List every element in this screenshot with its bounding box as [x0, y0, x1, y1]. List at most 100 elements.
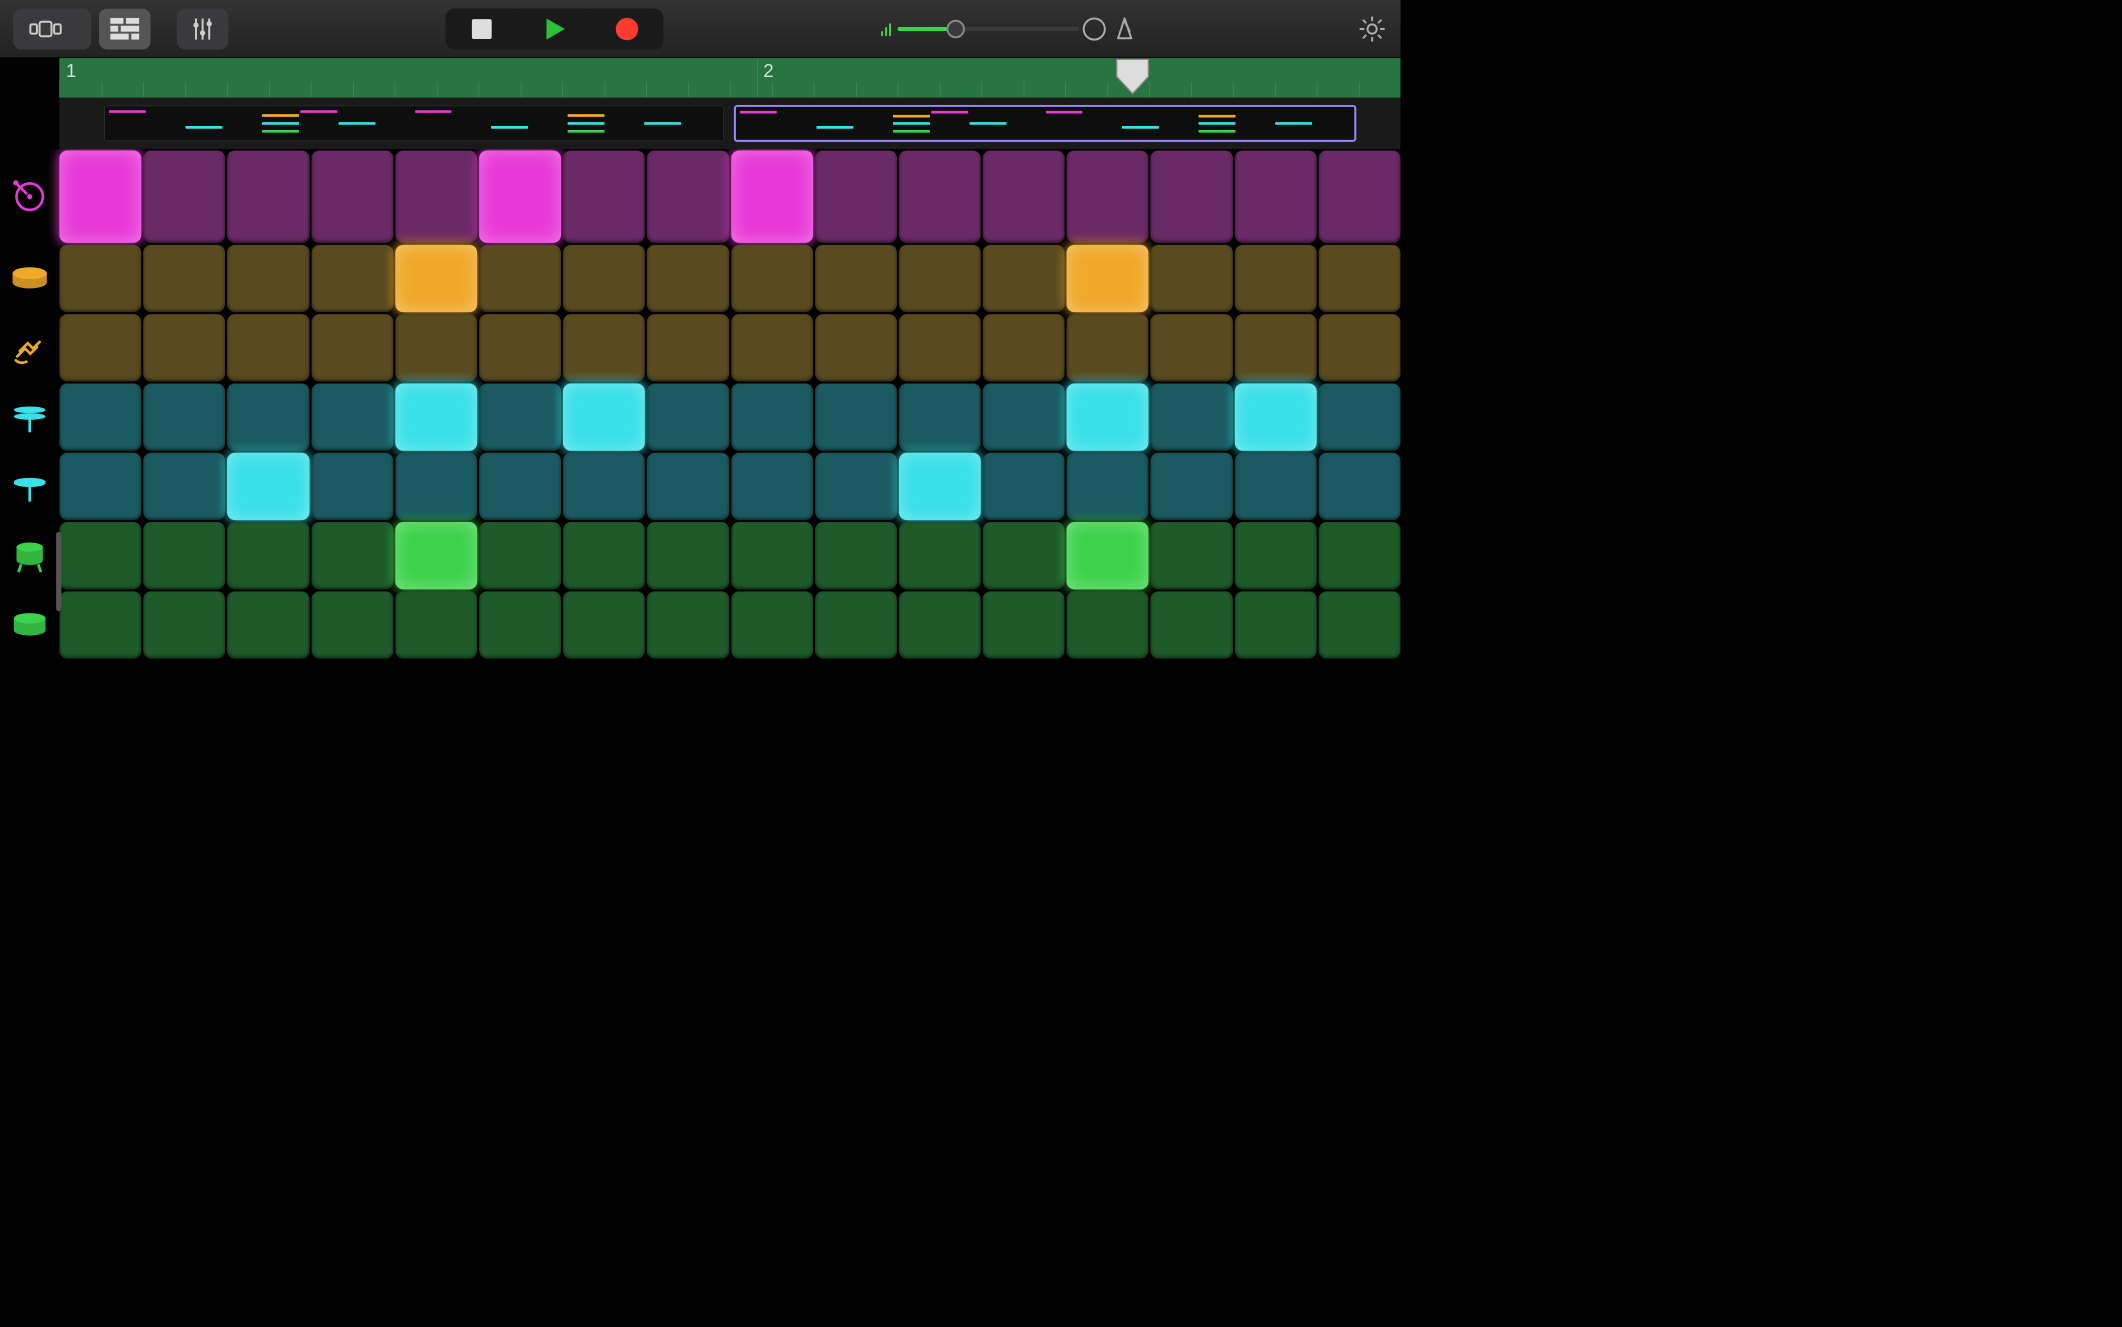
step-cell[interactable]: [815, 245, 897, 312]
step-cell[interactable]: [395, 314, 477, 381]
step-cell[interactable]: [395, 522, 477, 589]
step-cell[interactable]: [395, 150, 477, 242]
step-cell[interactable]: [143, 452, 225, 519]
step-cell[interactable]: [983, 150, 1065, 242]
grid-view-button[interactable]: [99, 8, 150, 49]
step-cell[interactable]: [1235, 150, 1317, 242]
step-cell[interactable]: [899, 452, 981, 519]
step-cell[interactable]: [815, 591, 897, 658]
metronome-button[interactable]: [1109, 14, 1139, 44]
step-cell[interactable]: [647, 245, 729, 312]
step-cell[interactable]: [647, 452, 729, 519]
step-cell[interactable]: [1067, 452, 1149, 519]
step-cell[interactable]: [647, 522, 729, 589]
track-controls-button[interactable]: [177, 8, 228, 49]
step-cell[interactable]: [59, 452, 141, 519]
step-cell[interactable]: [311, 591, 393, 658]
step-cell[interactable]: [983, 452, 1065, 519]
step-cell[interactable]: [1235, 314, 1317, 381]
step-cell[interactable]: [647, 150, 729, 242]
step-cell[interactable]: [1319, 383, 1401, 450]
step-cell[interactable]: [563, 522, 645, 589]
step-cell[interactable]: [227, 452, 309, 519]
overview-clip[interactable]: [104, 106, 724, 142]
step-cell[interactable]: [815, 522, 897, 589]
step-cell[interactable]: [143, 591, 225, 658]
pattern-overview[interactable]: [59, 98, 1400, 149]
step-cell[interactable]: [731, 591, 813, 658]
step-cell[interactable]: [1319, 245, 1401, 312]
timeline-ruler[interactable]: 12: [59, 58, 1400, 98]
step-cell[interactable]: [563, 452, 645, 519]
step-cell[interactable]: [731, 522, 813, 589]
step-cell[interactable]: [1067, 314, 1149, 381]
step-cell[interactable]: [647, 314, 729, 381]
step-cell[interactable]: [815, 314, 897, 381]
step-cell[interactable]: [311, 150, 393, 242]
step-cell[interactable]: [815, 383, 897, 450]
step-cell[interactable]: [1235, 245, 1317, 312]
step-cell[interactable]: [647, 591, 729, 658]
step-cell[interactable]: [563, 383, 645, 450]
step-cell[interactable]: [1235, 522, 1317, 589]
step-cell[interactable]: [59, 522, 141, 589]
step-cell[interactable]: [59, 383, 141, 450]
instrument-tom-lo[interactable]: [0, 590, 59, 659]
step-cell[interactable]: [1319, 522, 1401, 589]
volume-track[interactable]: [897, 27, 1079, 31]
step-cell[interactable]: [899, 314, 981, 381]
step-cell[interactable]: [731, 245, 813, 312]
step-cell[interactable]: [59, 150, 141, 242]
step-cell[interactable]: [143, 150, 225, 242]
step-cell[interactable]: [1151, 452, 1233, 519]
playhead-marker[interactable]: [1112, 58, 1152, 98]
step-cell[interactable]: [983, 383, 1065, 450]
overview-clip[interactable]: [735, 106, 1356, 142]
step-cell[interactable]: [899, 591, 981, 658]
step-cell[interactable]: [1319, 452, 1401, 519]
step-cell[interactable]: [311, 245, 393, 312]
record-button[interactable]: [591, 8, 664, 49]
step-cell[interactable]: [311, 522, 393, 589]
step-cell[interactable]: [1319, 314, 1401, 381]
step-cell[interactable]: [479, 245, 561, 312]
step-cell[interactable]: [395, 452, 477, 519]
instrument-clap[interactable]: [0, 313, 59, 382]
step-cell[interactable]: [1235, 591, 1317, 658]
step-cell[interactable]: [815, 150, 897, 242]
step-cell[interactable]: [563, 245, 645, 312]
step-cell[interactable]: [1067, 245, 1149, 312]
step-cell[interactable]: [143, 522, 225, 589]
step-cell[interactable]: [227, 591, 309, 658]
step-cell[interactable]: [563, 591, 645, 658]
play-button[interactable]: [518, 8, 591, 49]
step-cell[interactable]: [479, 591, 561, 658]
step-cell[interactable]: [1067, 522, 1149, 589]
step-cell[interactable]: [983, 314, 1065, 381]
step-cell[interactable]: [479, 522, 561, 589]
step-cell[interactable]: [1151, 591, 1233, 658]
step-cell[interactable]: [227, 150, 309, 242]
step-cell[interactable]: [311, 314, 393, 381]
step-cell[interactable]: [311, 452, 393, 519]
step-cell[interactable]: [731, 314, 813, 381]
step-cell[interactable]: [899, 150, 981, 242]
step-cell[interactable]: [227, 383, 309, 450]
master-volume-slider[interactable]: [881, 8, 1079, 49]
step-cell[interactable]: [1319, 591, 1401, 658]
instrument-kick[interactable]: [0, 149, 59, 243]
step-cell[interactable]: [731, 150, 813, 242]
step-cell[interactable]: [983, 591, 1065, 658]
step-cell[interactable]: [227, 522, 309, 589]
step-cell[interactable]: [731, 383, 813, 450]
step-cell[interactable]: [983, 522, 1065, 589]
step-cell[interactable]: [395, 245, 477, 312]
step-cell[interactable]: [227, 314, 309, 381]
step-cell[interactable]: [59, 245, 141, 312]
step-cell[interactable]: [563, 150, 645, 242]
step-cell[interactable]: [143, 314, 225, 381]
step-cell[interactable]: [1151, 383, 1233, 450]
step-cell[interactable]: [395, 383, 477, 450]
scroll-indicator[interactable]: [56, 532, 61, 611]
step-cell[interactable]: [983, 245, 1065, 312]
